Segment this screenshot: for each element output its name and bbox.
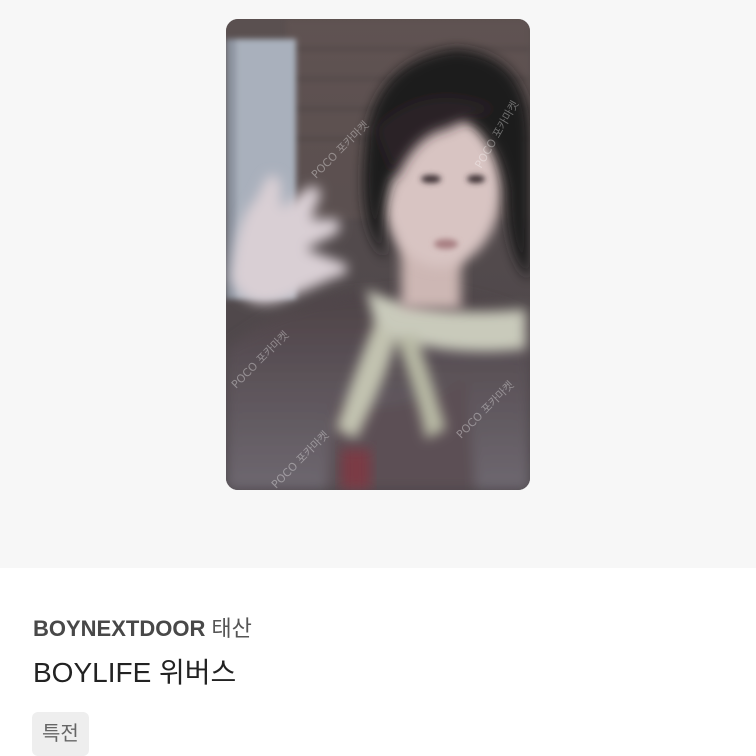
category-tag[interactable]: 특전 — [32, 712, 89, 756]
member-name[interactable]: 태산 — [211, 616, 251, 641]
photocard-image[interactable]: POCO 포카마켓 POCO 포카마켓 POCO 포카마켓 POCO 포카마켓 … — [226, 19, 530, 490]
product-info: BOYNEXTDOOR 태산 BOYLIFE 위버스 특전 — [0, 568, 756, 756]
artist-name[interactable]: BOYNEXTDOOR — [33, 616, 205, 641]
listing-detail: POCO 포카마켓 POCO 포카마켓 POCO 포카마켓 POCO 포카마켓 … — [0, 0, 756, 756]
photocard-illustration: POCO 포카마켓 POCO 포카마켓 POCO 포카마켓 POCO 포카마켓 … — [226, 19, 530, 490]
product-title: BOYLIFE 위버스 — [33, 657, 237, 688]
product-image-area[interactable]: POCO 포카마켓 POCO 포카마켓 POCO 포카마켓 POCO 포카마켓 … — [0, 0, 756, 568]
artist-line: BOYNEXTDOOR 태산 — [33, 615, 252, 643]
